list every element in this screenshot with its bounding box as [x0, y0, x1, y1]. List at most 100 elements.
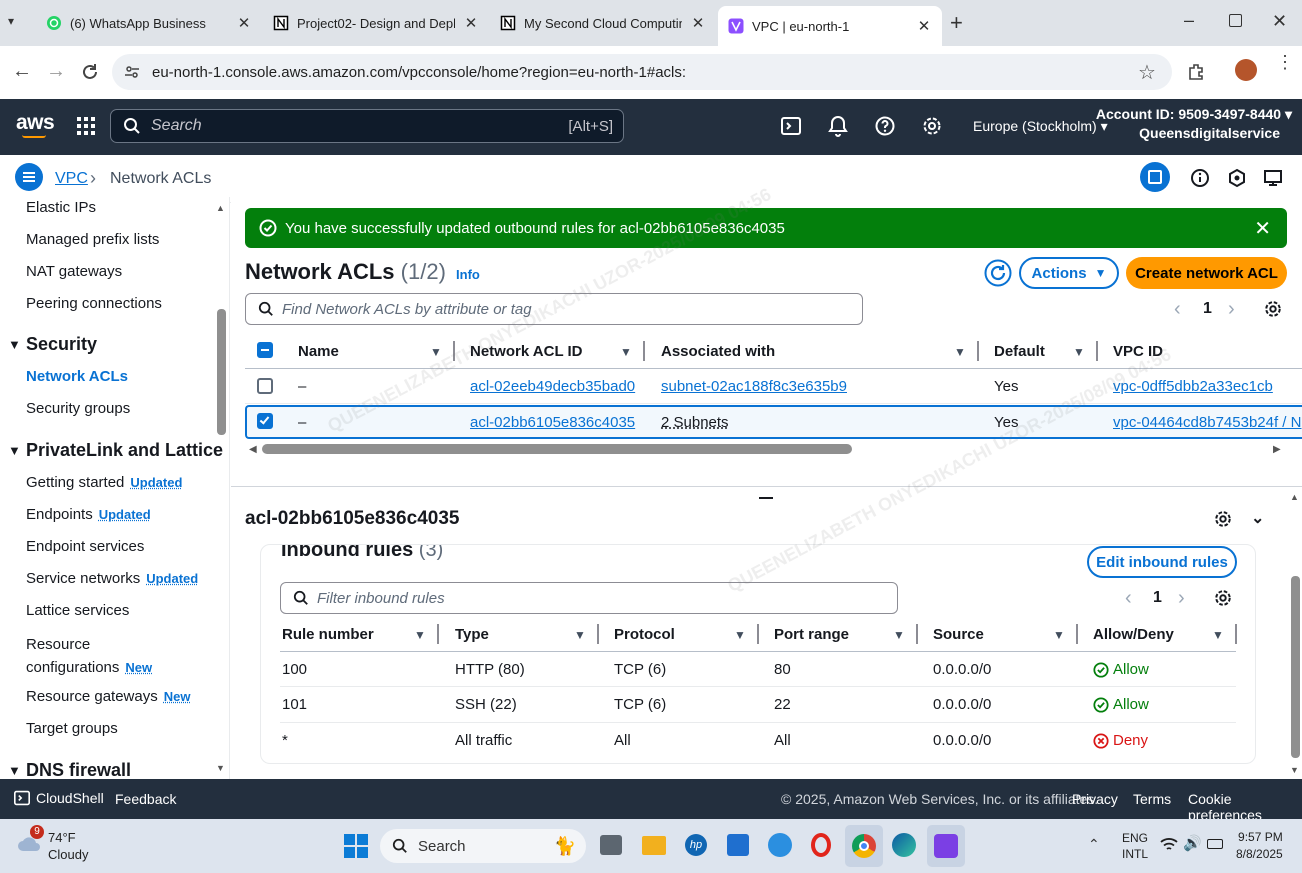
- opera-icon[interactable]: [811, 833, 831, 857]
- row-associated-popover[interactable]: 2 Subnets: [661, 414, 729, 431]
- sidebar-item-endpoint-services[interactable]: Endpoint services: [26, 538, 144, 555]
- aws-search-input[interactable]: Search [Alt+S]: [110, 109, 624, 143]
- browser-menu-icon[interactable]: ⋮: [1276, 53, 1294, 71]
- extensions-icon[interactable]: [1186, 62, 1206, 82]
- sidebar-scrollbar[interactable]: [217, 309, 226, 435]
- col-divider[interactable]: [1235, 624, 1237, 644]
- task-view-icon[interactable]: [600, 835, 622, 855]
- table-horizontal-scrollbar[interactable]: [262, 444, 852, 454]
- clock[interactable]: 9:57 PM 8/8/2025: [1236, 829, 1283, 863]
- preferences-gear-icon[interactable]: [1264, 300, 1282, 318]
- col-type[interactable]: Type: [455, 626, 489, 643]
- col-name[interactable]: Name: [298, 343, 339, 360]
- region-selector[interactable]: Europe (Stockholm) ▾: [973, 118, 1108, 135]
- cloudshell-button[interactable]: CloudShell: [14, 790, 104, 806]
- scroll-down-icon[interactable]: ▼: [1290, 765, 1299, 775]
- collapse-chevron-icon[interactable]: ⌄: [1251, 508, 1264, 528]
- tutorial-icon[interactable]: [1263, 168, 1283, 188]
- row-associated-link[interactable]: subnet-02ac188f8c3e635b9: [661, 378, 847, 395]
- next-page-icon[interactable]: ›: [1178, 587, 1185, 610]
- col-divider[interactable]: [1096, 341, 1098, 361]
- col-divider[interactable]: [757, 624, 759, 644]
- sidebar-item-endpoints[interactable]: Endpoints Updated: [26, 506, 151, 523]
- sort-caret-icon[interactable]: ▼: [734, 628, 746, 642]
- reload-icon[interactable]: [80, 62, 100, 82]
- close-icon[interactable]: ✕: [236, 14, 252, 32]
- tips-icon[interactable]: [768, 833, 792, 857]
- flash-dismiss-icon[interactable]: ✕: [1254, 216, 1271, 241]
- tab-search-icon[interactable]: ▾: [8, 14, 26, 32]
- preferences-gear-icon[interactable]: [1214, 589, 1232, 607]
- settings-gear-icon[interactable]: [922, 116, 942, 136]
- detail-settings-gear-icon[interactable]: [1214, 510, 1232, 528]
- caret-down-icon[interactable]: ▼: [8, 337, 21, 352]
- bell-icon[interactable]: [828, 115, 848, 137]
- battery-icon[interactable]: [1207, 839, 1223, 849]
- col-port-range[interactable]: Port range: [774, 626, 849, 643]
- sidebar-item-resource-gateways[interactable]: Resource gateways New: [26, 688, 190, 705]
- prev-page-icon[interactable]: ‹: [1125, 587, 1132, 610]
- row-vpc-link[interactable]: vpc-04464cd8b7453b24f / N: [1113, 414, 1302, 431]
- scroll-up-icon[interactable]: ▲: [216, 203, 225, 213]
- sidebar-item-elastic-ips[interactable]: Elastic IPs: [26, 199, 96, 216]
- col-divider[interactable]: [453, 341, 455, 361]
- close-icon[interactable]: ✕: [916, 17, 932, 35]
- col-divider[interactable]: [643, 341, 645, 361]
- weather-text[interactable]: 74°F Cloudy: [48, 829, 88, 863]
- sidebar-item-peering-connections[interactable]: Peering connections: [26, 295, 162, 312]
- sort-caret-icon[interactable]: ▼: [620, 345, 632, 359]
- site-info-icon[interactable]: [124, 64, 140, 80]
- chrome-taskbar-item[interactable]: [845, 825, 883, 867]
- new-tab-icon[interactable]: +: [950, 10, 963, 36]
- help-icon[interactable]: [875, 116, 895, 136]
- page-number[interactable]: 1: [1203, 300, 1212, 318]
- windows-start-icon[interactable]: [343, 833, 369, 859]
- caret-down-icon[interactable]: ▼: [8, 763, 21, 778]
- info-circle-icon[interactable]: [1190, 168, 1210, 188]
- col-acl-id[interactable]: Network ACL ID: [470, 343, 583, 360]
- prev-page-icon[interactable]: ‹: [1174, 298, 1181, 321]
- sidebar-item-lattice-services[interactable]: Lattice services: [26, 602, 129, 619]
- minimize-icon[interactable]: –: [1184, 10, 1194, 31]
- col-protocol[interactable]: Protocol: [614, 626, 675, 643]
- sort-caret-icon[interactable]: ▼: [954, 345, 966, 359]
- back-icon[interactable]: ←: [12, 60, 32, 83]
- row-vpc-link[interactable]: vpc-0dff5dbb2a33ec1cb: [1113, 378, 1273, 395]
- col-source[interactable]: Source: [933, 626, 984, 643]
- tab-vpc[interactable]: VPC | eu-north-1 ✕: [718, 6, 942, 46]
- sort-caret-icon[interactable]: ▼: [430, 345, 442, 359]
- hp-icon[interactable]: hp: [685, 834, 707, 856]
- wifi-icon[interactable]: [1160, 837, 1178, 853]
- close-icon[interactable]: ✕: [463, 14, 479, 32]
- forward-icon[interactable]: →: [46, 60, 66, 83]
- sidebar-section-privatelink[interactable]: PrivateLink and Lattice: [26, 440, 223, 461]
- sidebar-item-network-acls[interactable]: Network ACLs: [26, 368, 128, 385]
- menu-toggle-icon[interactable]: [15, 163, 43, 191]
- sidebar-item-managed-prefix-lists[interactable]: Managed prefix lists: [26, 231, 159, 248]
- actions-button[interactable]: Actions ▼: [1019, 257, 1119, 289]
- scroll-right-icon[interactable]: ▶: [1273, 444, 1281, 455]
- detail-scrollbar[interactable]: [1291, 576, 1300, 758]
- scroll-left-icon[interactable]: ◀: [249, 444, 257, 455]
- row-checkbox[interactable]: [257, 378, 273, 394]
- row-acl-id-link[interactable]: acl-02eeb49decb35bad0: [470, 378, 635, 395]
- info-link[interactable]: Info: [456, 267, 480, 282]
- privacy-link[interactable]: Privacy: [1072, 791, 1118, 807]
- maximize-icon[interactable]: [1229, 14, 1242, 27]
- edit-inbound-rules-button[interactable]: Edit inbound rules: [1087, 546, 1237, 578]
- sidebar-item-security-groups[interactable]: Security groups: [26, 400, 130, 417]
- weather-widget[interactable]: 9: [16, 825, 44, 855]
- col-vpc-id[interactable]: VPC ID: [1113, 343, 1163, 360]
- resize-handle[interactable]: [759, 497, 773, 499]
- edge-icon[interactable]: [892, 833, 916, 857]
- col-allow-deny[interactable]: Allow/Deny: [1093, 626, 1174, 643]
- taskbar-search[interactable]: Search 🐈: [380, 829, 586, 863]
- window-close-icon[interactable]: ✕: [1272, 11, 1287, 32]
- col-divider[interactable]: [977, 341, 979, 361]
- url-bar[interactable]: eu-north-1.console.aws.amazon.com/vpccon…: [112, 54, 1172, 90]
- sidebar-item-getting-started[interactable]: Getting started Updated: [26, 474, 182, 491]
- caret-down-icon[interactable]: ▼: [8, 443, 21, 458]
- sidebar-item-resource-configurations[interactable]: Resource configurations New: [26, 633, 176, 679]
- tab-whatsapp[interactable]: (6) WhatsApp Business ✕: [36, 6, 262, 40]
- scroll-down-icon[interactable]: ▼: [216, 763, 225, 773]
